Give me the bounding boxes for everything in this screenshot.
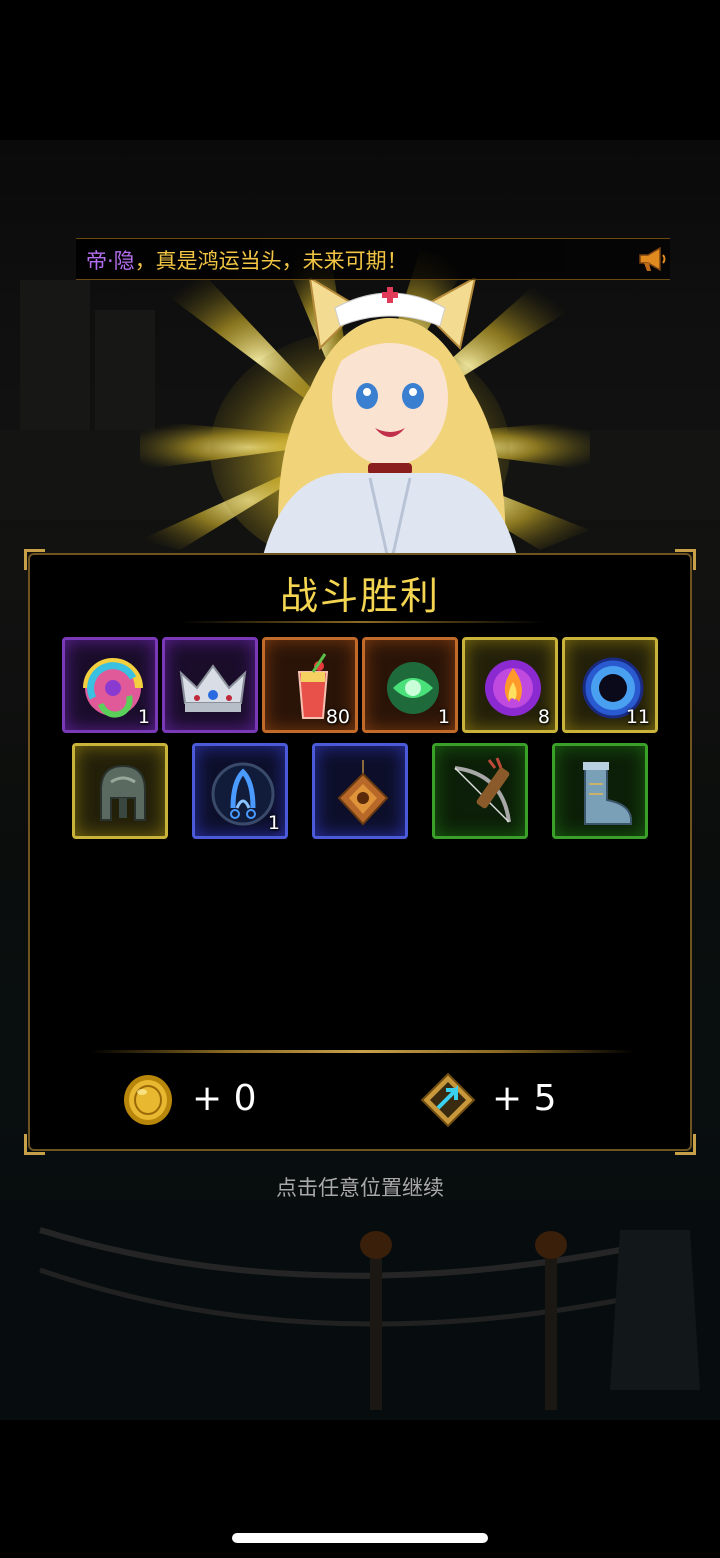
panel-title: 战斗胜利 <box>279 574 440 618</box>
reward-item-slot[interactable]: 80 <box>262 637 358 733</box>
title-underline <box>180 621 544 623</box>
reward-item-slot[interactable]: 1 <box>362 637 458 733</box>
reward-item-slot[interactable]: 1 <box>192 743 288 839</box>
amulet-icon <box>337 760 389 826</box>
item-count: 8 <box>537 706 550 728</box>
gold-coin-icon <box>124 1075 172 1125</box>
panel-corner-ornament <box>24 1134 45 1155</box>
helmet-icon <box>100 764 146 821</box>
reward-item-slot[interactable] <box>162 637 258 733</box>
rewards-divider <box>90 1050 634 1053</box>
gold-reward-value: + 0 <box>192 1078 257 1119</box>
item-count: 1 <box>437 706 450 728</box>
home-indicator[interactable] <box>232 1533 488 1543</box>
hero-character-portrait <box>260 278 520 568</box>
boots-icon <box>583 762 632 825</box>
panel-corner-ornament <box>675 1134 696 1155</box>
reward-item-slot[interactable]: 8 <box>462 637 558 733</box>
reward-item-slot[interactable] <box>552 743 648 839</box>
ticker-player-name: 帝·隐 <box>86 249 135 273</box>
battle-result-panel: 战斗胜利 1 80 1 8 11 1 + 0 + 5 <box>24 549 696 1155</box>
reward-item-slot[interactable] <box>72 743 168 839</box>
reward-item-slot[interactable]: 11 <box>562 637 658 733</box>
exp-crystal-icon <box>420 1072 476 1128</box>
item-count: 80 <box>325 706 350 728</box>
exp-reward-value: + 5 <box>492 1078 557 1119</box>
bow-quiver-icon <box>454 757 511 823</box>
reward-item-slot[interactable] <box>312 743 408 839</box>
item-count: 1 <box>267 812 280 834</box>
reward-item-slot[interactable]: 1 <box>62 637 158 733</box>
announcement-ticker: 帝·隐，真是鸿运当头，未来可期！ <box>76 238 670 280</box>
continue-hint[interactable]: 点击任意位置继续 <box>0 1172 720 1202</box>
ticker-text: ，真是鸿运当头，未来可期！ <box>134 249 408 273</box>
item-count: 1 <box>137 706 150 728</box>
megaphone-icon[interactable] <box>636 243 668 275</box>
item-count: 11 <box>625 706 650 728</box>
reward-item-slot[interactable] <box>432 743 528 839</box>
silver-crown-icon <box>179 664 247 712</box>
ticker-message: 帝·隐，真是鸿运当头，未来可期！ <box>86 245 408 275</box>
